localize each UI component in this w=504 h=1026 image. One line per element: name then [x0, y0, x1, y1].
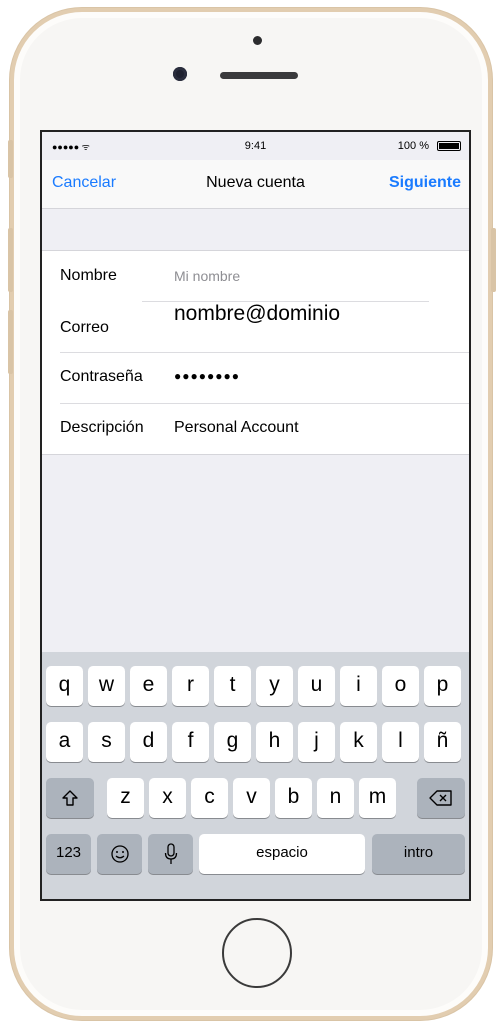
- name-field[interactable]: Mi nombre: [174, 268, 240, 284]
- key-a[interactable]: a: [46, 722, 83, 762]
- password-row[interactable]: Contraseña ●●●●●●●●: [42, 353, 469, 404]
- key-f[interactable]: f: [172, 722, 209, 762]
- mute-switch: [8, 140, 13, 178]
- keyboard: q w e r t y u i o p a s d f g h j k l ñ …: [42, 652, 469, 899]
- key-x[interactable]: x: [149, 778, 186, 818]
- key-v[interactable]: v: [233, 778, 270, 818]
- email-label: Correo: [60, 319, 109, 336]
- key-n-tilde[interactable]: ñ: [424, 722, 461, 762]
- email-field[interactable]: nombre@dominio: [174, 302, 340, 326]
- key-q[interactable]: q: [46, 666, 83, 706]
- volume-up-button: [8, 228, 13, 292]
- status-bar: ●●●●● ᯤ 9:41 100 %: [42, 132, 469, 160]
- battery-percent: 100 %: [397, 140, 429, 152]
- key-o[interactable]: o: [382, 666, 419, 706]
- name-row[interactable]: Nombre Mi nombre: [42, 251, 469, 302]
- password-field[interactable]: ●●●●●●●●: [174, 369, 240, 383]
- description-field[interactable]: Personal Account: [174, 419, 299, 437]
- description-row[interactable]: Descripción Personal Account: [42, 404, 469, 455]
- key-c[interactable]: c: [191, 778, 228, 818]
- microphone-icon: [164, 843, 177, 864]
- key-b[interactable]: b: [275, 778, 312, 818]
- email-row[interactable]: Correo nombre@dominio: [42, 302, 469, 353]
- key-s[interactable]: s: [88, 722, 125, 762]
- name-label: Nombre: [60, 267, 117, 284]
- phone-screen: ●●●●● ᯤ 9:41 100 % Cancelar Nueva cuenta…: [40, 130, 471, 901]
- key-d[interactable]: d: [130, 722, 167, 762]
- key-p[interactable]: p: [424, 666, 461, 706]
- key-u[interactable]: u: [298, 666, 335, 706]
- description-label: Descripción: [60, 419, 144, 436]
- battery-icon: [437, 141, 461, 151]
- key-t[interactable]: t: [214, 666, 251, 706]
- home-button[interactable]: [222, 918, 292, 988]
- next-button[interactable]: Siguiente: [389, 174, 461, 192]
- key-l[interactable]: l: [382, 722, 419, 762]
- proximity-sensor: [253, 36, 262, 45]
- key-j[interactable]: j: [298, 722, 335, 762]
- key-i[interactable]: i: [340, 666, 377, 706]
- key-y[interactable]: y: [256, 666, 293, 706]
- space-key[interactable]: espacio: [199, 834, 365, 874]
- volume-down-button: [8, 310, 13, 374]
- earpiece-speaker: [220, 72, 298, 79]
- emoji-icon: [110, 845, 129, 863]
- delete-key[interactable]: [417, 778, 465, 818]
- dictation-key[interactable]: [148, 834, 193, 874]
- key-m[interactable]: m: [359, 778, 396, 818]
- password-label: Contraseña: [60, 368, 143, 385]
- key-w[interactable]: w: [88, 666, 125, 706]
- numbers-key[interactable]: 123: [46, 834, 91, 874]
- key-g[interactable]: g: [214, 722, 251, 762]
- shift-key[interactable]: [46, 778, 94, 818]
- key-z[interactable]: z: [107, 778, 144, 818]
- shift-icon: [62, 790, 78, 806]
- account-form: Nombre Mi nombre Correo nombre@dominio C…: [42, 250, 469, 455]
- key-h[interactable]: h: [256, 722, 293, 762]
- key-r[interactable]: r: [172, 666, 209, 706]
- delete-icon: [429, 790, 452, 806]
- navigation-bar: Cancelar Nueva cuenta Siguiente: [42, 160, 469, 209]
- power-button: [491, 228, 496, 292]
- key-e[interactable]: e: [130, 666, 167, 706]
- emoji-key[interactable]: [97, 834, 142, 874]
- front-camera: [173, 67, 187, 81]
- key-k[interactable]: k: [340, 722, 377, 762]
- key-n[interactable]: n: [317, 778, 354, 818]
- return-key[interactable]: intro: [372, 834, 465, 874]
